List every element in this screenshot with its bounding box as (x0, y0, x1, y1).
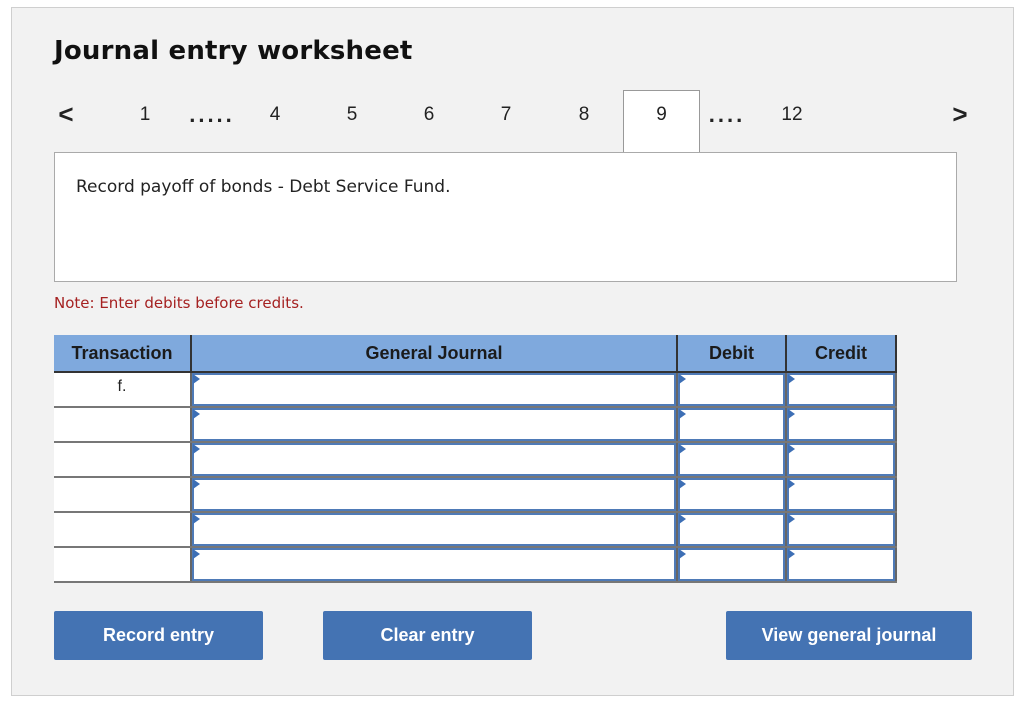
page-tab-5[interactable]: 5 (341, 90, 363, 152)
page-tab-9-active[interactable]: 9 (623, 90, 700, 154)
table-header-row: Transaction General Journal Debit Credit (54, 335, 897, 373)
credit-cell (785, 547, 897, 583)
credit-input[interactable] (787, 408, 895, 441)
credit-input[interactable] (787, 478, 895, 511)
page-ellipsis: .... (708, 102, 746, 127)
table-row (54, 477, 897, 513)
input-marker-icon (788, 549, 795, 559)
table-row (54, 442, 897, 478)
table-row (54, 547, 897, 583)
transaction-cell: f. (54, 372, 191, 408)
transaction-cell (54, 512, 191, 548)
dropdown-marker-icon (193, 444, 200, 454)
header-debit: Debit (676, 335, 786, 373)
input-marker-icon (679, 479, 686, 489)
account-cell (190, 477, 677, 513)
debit-input[interactable] (678, 443, 785, 476)
input-marker-icon (788, 479, 795, 489)
dropdown-marker-icon (193, 409, 200, 419)
transaction-description-box: Record payoff of bonds - Debt Service Fu… (54, 152, 957, 282)
input-marker-icon (679, 444, 686, 454)
credit-cell (785, 372, 897, 408)
transaction-cell (54, 442, 191, 478)
dropdown-marker-icon (193, 549, 200, 559)
table-row (54, 512, 897, 548)
page-tab-6[interactable]: 6 (418, 90, 440, 152)
debit-input[interactable] (678, 373, 785, 406)
input-marker-icon (679, 549, 686, 559)
debit-input[interactable] (678, 513, 785, 546)
account-dropdown[interactable] (192, 443, 676, 476)
page-tab-7[interactable]: 7 (495, 90, 517, 152)
account-dropdown[interactable] (192, 408, 676, 441)
debit-cell (676, 372, 786, 408)
debit-input[interactable] (678, 548, 785, 581)
table-row: f. (54, 372, 897, 408)
dropdown-marker-icon (193, 479, 200, 489)
account-dropdown[interactable] (192, 513, 676, 546)
instruction-note: Note: Enter debits before credits. (54, 294, 304, 312)
debit-input[interactable] (678, 408, 785, 441)
account-cell (190, 372, 677, 408)
credit-input[interactable] (787, 373, 895, 406)
chevron-right-icon[interactable]: > (946, 90, 974, 152)
credit-input[interactable] (787, 548, 895, 581)
input-marker-icon (679, 514, 686, 524)
header-general-journal: General Journal (190, 335, 677, 373)
debit-cell (676, 547, 786, 583)
page-tab-4[interactable]: 4 (264, 90, 286, 152)
page-navigation: < 1 ..... 4 5 6 7 8 9 .... 12 > (0, 90, 1024, 154)
view-general-journal-button[interactable]: View general journal (726, 611, 972, 660)
debit-cell (676, 477, 786, 513)
account-dropdown[interactable] (192, 548, 676, 581)
record-entry-button[interactable]: Record entry (54, 611, 263, 660)
transaction-description: Record payoff of bonds - Debt Service Fu… (76, 177, 451, 197)
dropdown-marker-icon (193, 514, 200, 524)
page-ellipsis: ..... (189, 102, 235, 127)
input-marker-icon (788, 409, 795, 419)
clear-entry-button[interactable]: Clear entry (323, 611, 532, 660)
account-cell (190, 407, 677, 443)
page-tab-12[interactable]: 12 (775, 90, 809, 152)
table-row (54, 407, 897, 443)
input-marker-icon (788, 514, 795, 524)
input-marker-icon (679, 374, 686, 384)
transaction-cell (54, 547, 191, 583)
transaction-cell (54, 477, 191, 513)
transaction-cell (54, 407, 191, 443)
page-tab-8[interactable]: 8 (573, 90, 595, 152)
debit-cell (676, 442, 786, 478)
account-dropdown[interactable] (192, 478, 676, 511)
input-marker-icon (679, 409, 686, 419)
account-cell (190, 512, 677, 548)
input-marker-icon (788, 444, 795, 454)
debit-cell (676, 512, 786, 548)
credit-input[interactable] (787, 513, 895, 546)
journal-entry-table: Transaction General Journal Debit Credit… (54, 335, 897, 583)
dropdown-marker-icon (193, 374, 200, 384)
debit-input[interactable] (678, 478, 785, 511)
header-transaction: Transaction (54, 335, 191, 373)
account-cell (190, 547, 677, 583)
credit-cell (785, 477, 897, 513)
chevron-left-icon[interactable]: < (52, 90, 80, 152)
input-marker-icon (788, 374, 795, 384)
debit-cell (676, 407, 786, 443)
account-dropdown[interactable] (192, 373, 676, 406)
page-tab-1[interactable]: 1 (134, 90, 156, 152)
credit-cell (785, 442, 897, 478)
credit-cell (785, 407, 897, 443)
account-cell (190, 442, 677, 478)
credit-cell (785, 512, 897, 548)
header-credit: Credit (785, 335, 897, 373)
worksheet-title: Journal entry worksheet (54, 36, 413, 66)
credit-input[interactable] (787, 443, 895, 476)
